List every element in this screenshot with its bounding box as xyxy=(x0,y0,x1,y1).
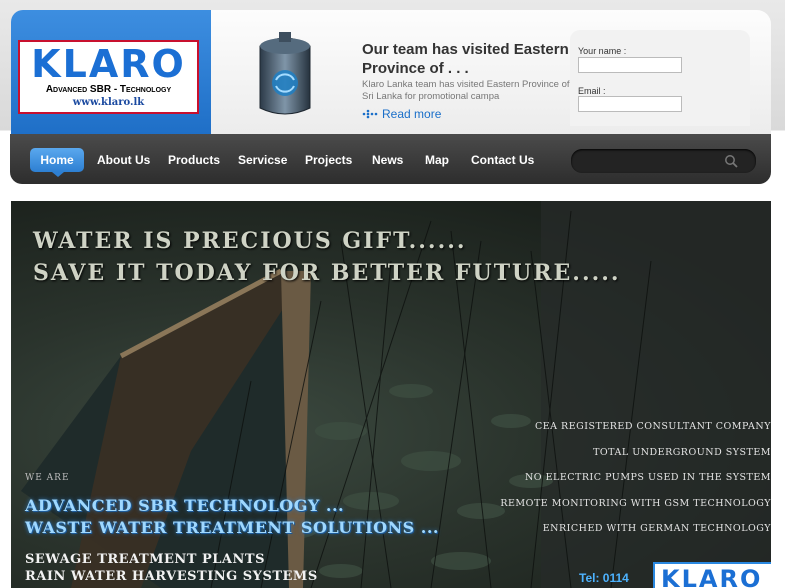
nav-news[interactable]: News xyxy=(372,153,403,167)
banner-headline: WATER IS PRECIOUS GIFT...... SAVE IT TOD… xyxy=(33,225,621,289)
tech-line-2: WASTE WATER TREATMENT SOLUTIONS ... xyxy=(25,518,439,537)
nav-services[interactable]: Servicse xyxy=(238,153,287,167)
name-input[interactable] xyxy=(578,57,682,73)
feature-item: CEA REGISTERED CONSULTANT COMPANY xyxy=(534,421,771,432)
nav-map[interactable]: Map xyxy=(425,153,449,167)
hero-banner: WATER IS PRECIOUS GIFT...... SAVE IT TOD… xyxy=(11,201,771,588)
site-logo[interactable]: KLARO Advanced SBR - Technology www.klar… xyxy=(18,40,199,114)
headline-line-1: WATER IS PRECIOUS GIFT...... xyxy=(33,228,467,254)
headline-line-2: SAVE IT TODAY FOR BETTER FUTURE..... xyxy=(33,260,621,286)
banner-logo: KLARO xyxy=(653,562,771,588)
tech-line-1: ADVANCED SBR TECHNOLOGY ... xyxy=(25,496,345,515)
service-item: RAIN WATER HARVESTING SYSTEMS xyxy=(25,569,318,584)
feature-item: ENRICHED WITH GERMAN TECHNOLOGY xyxy=(542,523,771,534)
feature-item: NO ELECTRIC PUMPS USED IN THE SYSTEM xyxy=(524,472,771,483)
nav-products[interactable]: Products xyxy=(168,153,220,167)
news-title[interactable]: Our team has visited Eastern Province of… xyxy=(362,40,572,78)
service-item: SEWAGE TREATMENT PLANTS xyxy=(25,552,265,567)
logo-tagline: Advanced SBR - Technology xyxy=(45,84,172,95)
read-more-link[interactable]: Read more xyxy=(362,107,441,121)
feature-list: CEA REGISTERED CONSULTANT COMPANY TOTAL … xyxy=(500,414,771,542)
email-label: Email : xyxy=(578,86,606,96)
logo-url: www.klaro.lk xyxy=(72,97,145,108)
search-icon[interactable] xyxy=(724,154,738,168)
dots-arrow-icon xyxy=(362,109,378,119)
feature-item: TOTAL UNDERGROUND SYSTEM xyxy=(593,446,771,458)
nav-about-us[interactable]: About Us xyxy=(97,153,150,167)
nav-home[interactable]: Home xyxy=(30,148,84,177)
logo-wordmark: KLARO xyxy=(31,42,186,86)
feature-item: REMOTE MONITORING WITH GSM TECHNOLOGY xyxy=(500,497,771,509)
name-label: Your name : xyxy=(578,46,627,56)
read-more-label: Read more xyxy=(382,107,442,121)
nav-contact-us[interactable]: Contact Us xyxy=(471,153,534,167)
services-list: SEWAGE TREATMENT PLANTS RAIN WATER HARVE… xyxy=(25,551,318,585)
email-input[interactable] xyxy=(578,96,682,112)
tech-heading: ADVANCED SBR TECHNOLOGY ... WASTE WATER … xyxy=(25,495,439,539)
telephone-text: Tel: 0114 xyxy=(579,571,629,585)
tank-product-image xyxy=(259,32,311,115)
we-are-label: WE ARE xyxy=(25,473,70,483)
nav-projects[interactable]: Projects xyxy=(305,153,352,167)
news-excerpt: Klaro Lanka team has visited Eastern Pro… xyxy=(362,79,570,102)
